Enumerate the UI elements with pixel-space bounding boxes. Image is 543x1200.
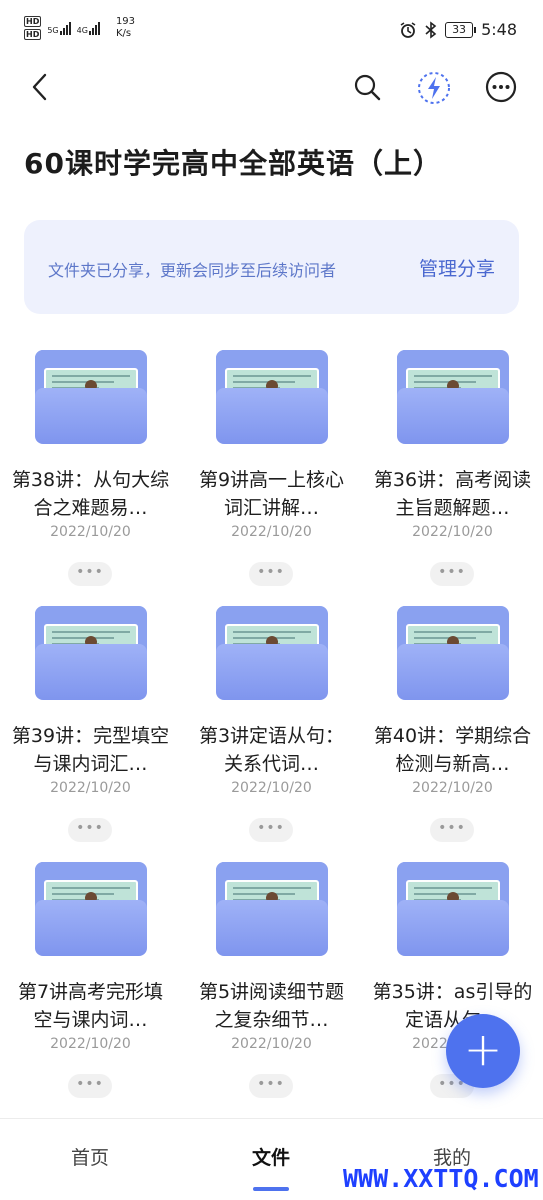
folder-card[interactable]: 第5讲阅读细节题之复杂细节… 2022/10/20 •••	[181, 852, 362, 1108]
folder-icon	[35, 862, 147, 956]
signal-1: 5G	[47, 21, 71, 35]
search-button[interactable]	[352, 72, 384, 104]
sim1-tag: HD	[24, 16, 42, 27]
speed-value: 193	[115, 16, 136, 27]
folder-card[interactable]: 第40讲：学期综合检测与新高… 2022/10/20 •••	[362, 596, 543, 852]
tab-home[interactable]: 首页	[30, 1143, 150, 1170]
more-button[interactable]	[484, 70, 518, 104]
page-title: 60课时学完高中全部英语（上）	[24, 147, 442, 180]
folder-date: 2022/10/20	[231, 780, 312, 796]
folder-card[interactable]: 第38讲：从句大综合之难题易… 2022/10/20 •••	[0, 340, 181, 596]
folder-icon	[216, 862, 328, 956]
sim-tags: HD HD	[24, 16, 42, 40]
folder-card[interactable]: 第9讲高一上核心词汇讲解… 2022/10/20 •••	[181, 340, 362, 596]
clock: 5:48	[481, 20, 517, 39]
folder-title: 第36讲：高考阅读主旨题解题…	[373, 469, 532, 519]
more-icon	[485, 71, 517, 103]
network-speed: 193 K/s	[116, 16, 135, 40]
folder-icon	[397, 606, 509, 700]
signal-bars-icon	[88, 21, 100, 35]
folder-title: 第7讲高考完形填空与课内词…	[17, 981, 164, 1031]
folder-more-button[interactable]: •••	[68, 818, 112, 842]
folder-date: 2022/10/20	[50, 1036, 131, 1052]
battery-icon: 33	[445, 21, 477, 38]
folder-icon	[397, 350, 509, 444]
folder-card[interactable]: 第36讲：高考阅读主旨题解题… 2022/10/20 •••	[362, 340, 543, 596]
status-bar: HD HD 5G 4G 193 K/s 33 5:48	[0, 0, 543, 56]
watermark: WWW.XXTTQ.COM	[343, 1164, 539, 1193]
folder-title: 第3讲定语从句：关系代词…	[198, 725, 345, 775]
status-left: HD HD 5G 4G 193 K/s	[24, 16, 135, 40]
manage-share-link[interactable]: 管理分享	[419, 254, 495, 281]
back-button[interactable]	[26, 72, 56, 102]
folder-card[interactable]: 第7讲高考完形填空与课内词… 2022/10/20 •••	[0, 852, 181, 1108]
search-icon	[354, 74, 381, 101]
folder-card[interactable]: 第39讲：完型填空与课内词汇… 2022/10/20 •••	[0, 596, 181, 852]
folder-more-button[interactable]: •••	[249, 1074, 293, 1098]
alarm-icon	[400, 21, 416, 38]
folder-card[interactable]: 第3讲定语从句：关系代词… 2022/10/20 •••	[181, 596, 362, 852]
folder-more-button[interactable]: •••	[430, 562, 474, 586]
net1-label: 5G	[47, 26, 59, 35]
net2-label: 4G	[76, 26, 88, 35]
folder-icon	[397, 862, 509, 956]
active-tab-indicator	[253, 1187, 289, 1191]
bluetooth-icon	[425, 20, 437, 39]
folder-more-button[interactable]: •••	[68, 562, 112, 586]
signal-2: 4G	[77, 21, 100, 35]
folder-title: 第39讲：完型填空与课内词汇…	[11, 725, 170, 775]
folder-date: 2022/10/20	[50, 524, 131, 540]
folder-more-button[interactable]: •••	[68, 1074, 112, 1098]
status-right: 33 5:48	[399, 20, 517, 39]
folder-icon	[216, 350, 328, 444]
sim2-tag: HD	[24, 29, 42, 40]
add-button[interactable]: +	[446, 1014, 520, 1088]
folder-title: 第38讲：从句大综合之难题易…	[11, 469, 170, 519]
folder-icon	[216, 606, 328, 700]
top-nav	[0, 64, 543, 112]
flash-icon	[418, 72, 450, 104]
folder-date: 2022/10/20	[231, 1036, 312, 1052]
folder-date: 2022/10/20	[231, 524, 312, 540]
folder-date: 2022/10/20	[412, 524, 493, 540]
tab-files[interactable]: 文件	[211, 1143, 331, 1170]
share-notice-text: 文件夹已分享，更新会同步至后续访问者	[48, 261, 337, 280]
folder-more-button[interactable]: •••	[430, 818, 474, 842]
folder-date: 2022/10/20	[50, 780, 131, 796]
folder-icon	[35, 350, 147, 444]
share-banner: 文件夹已分享，更新会同步至后续访问者 管理分享	[24, 220, 519, 314]
folder-date: 2022/10/20	[412, 780, 493, 796]
folder-title: 第5讲阅读细节题之复杂细节…	[198, 981, 345, 1031]
folder-more-button[interactable]: •••	[249, 562, 293, 586]
folder-more-button[interactable]: •••	[249, 818, 293, 842]
speed-unit: K/s	[115, 28, 132, 39]
folder-title: 第9讲高一上核心词汇讲解…	[198, 469, 345, 519]
signal-bars-icon	[59, 21, 71, 35]
quick-transfer-button[interactable]	[416, 70, 452, 106]
folder-title: 第40讲：学期综合检测与新高…	[373, 725, 532, 775]
battery-level: 33	[452, 23, 467, 36]
back-icon	[32, 73, 47, 101]
folder-icon	[35, 606, 147, 700]
plus-icon: +	[463, 1022, 503, 1076]
